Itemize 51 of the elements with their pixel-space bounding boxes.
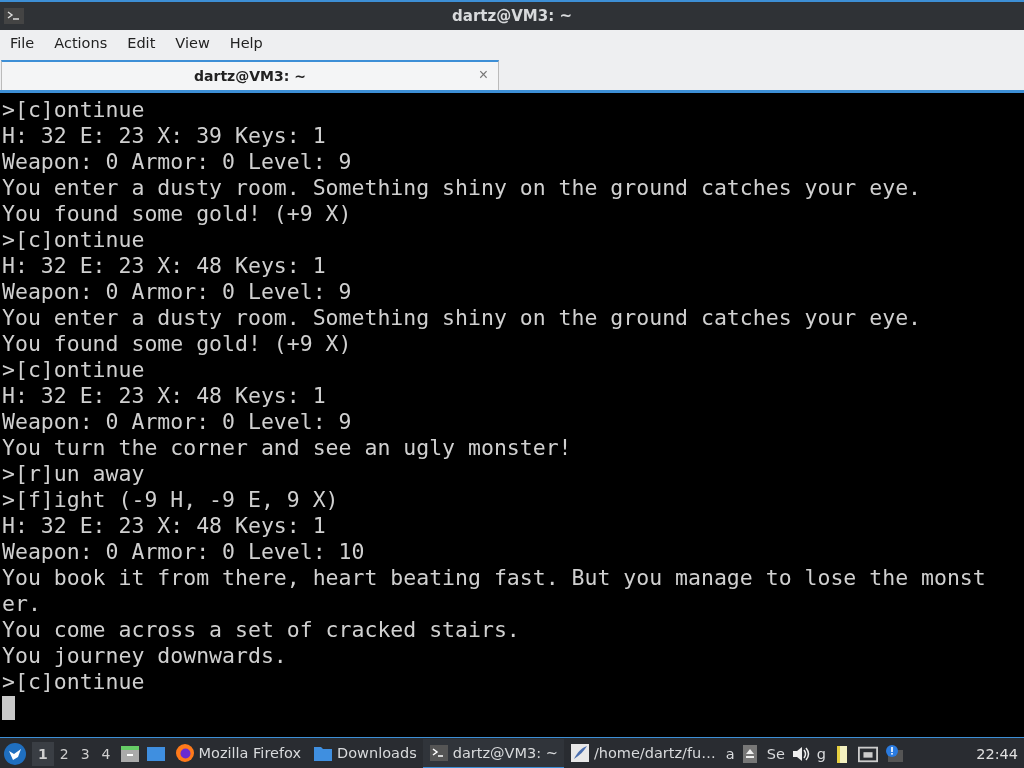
terminal-line: You journey downwards. [2,643,287,669]
terminal-line: Weapon: 0 Armor: 0 Level: 9 [2,149,352,175]
file-cabinet-icon[interactable] [119,744,140,763]
workspace-button[interactable]: 3 [74,741,96,766]
tray-label: a [725,745,735,762]
quill-icon [569,742,590,763]
terminal-icon [4,8,24,24]
terminal-line: H: 32 E: 23 X: 48 Keys: 1 [2,513,326,539]
terminal-line: You book it from there, heart beating fast. But you manage to lose the monst [2,565,986,591]
terminal-line: H: 32 E: 23 X: 48 Keys: 1 [2,253,326,279]
terminal-line: You found some gold! (+9 X) [2,201,352,227]
terminal-line: You turn the corner and see an ugly monster! [2,435,572,461]
terminal-line: You come across a set of cracked stairs. [2,617,520,643]
workspace-button[interactable]: 1 [32,741,54,766]
window-title: dartz@VM3: ~ [452,7,572,25]
terminal-icon [428,742,449,763]
text-cursor [2,696,15,720]
terminal-line: >[f]ight (-9 H, -9 E, 9 X) [2,487,339,513]
close-button[interactable]: × [478,66,488,84]
terminal-line: er. [2,591,41,617]
menu-item[interactable]: View [169,35,216,51]
notification-icon[interactable] [884,743,904,764]
workspace-button[interactable]: 2 [53,741,75,766]
terminal-line: >[c]ontinue [2,227,145,253]
terminal-line: Weapon: 0 Armor: 0 Level: 9 [2,409,352,435]
menu-item[interactable]: Help [223,35,269,51]
workspace-button[interactable]: 4 [95,741,117,766]
firefox-icon [174,742,195,763]
taskbar-task[interactable]: Mozilla Firefox [168,738,308,768]
terminal-line: You enter a dusty room. Something shiny on the ground catches your eye. [2,305,922,331]
terminal-line: H: 32 E: 23 X: 48 Keys: 1 [2,383,326,409]
terminal-line: Weapon: 0 Armor: 0 Level: 10 [2,539,365,565]
terminal-line: >[c]ontinue [2,669,145,695]
menu-item[interactable]: Actions [48,35,114,51]
taskbar-task[interactable]: /home/dartz/fu… [563,738,722,768]
terminal-line: >[c]ontinue [2,97,145,123]
terminal-line: H: 32 E: 23 X: 39 Keys: 1 [2,123,326,149]
tray-label: g [816,745,826,762]
tray-label: Se [766,745,785,762]
terminal-line: You enter a dusty room. Something shiny on the ground catches your eye. [2,175,922,201]
taskbar-task[interactable]: dartz@VM3: ~ [422,738,564,768]
taskbar-task[interactable]: Downloads [307,738,423,768]
menu-item[interactable]: File [4,35,41,51]
terminal-line: >[c]ontinue [2,357,145,383]
clock: 22:44 [976,745,1019,762]
desktop-icon[interactable] [145,744,166,763]
terminal-line: You found some gold! (+9 X) [2,331,352,357]
terminal-line: >[r]un away [2,461,145,487]
menu-item[interactable]: Edit [121,35,162,51]
terminal-tab[interactable]: dartz@VM3: ~ × [1,60,499,90]
terminal-line: Weapon: 0 Armor: 0 Level: 9 [2,279,352,305]
